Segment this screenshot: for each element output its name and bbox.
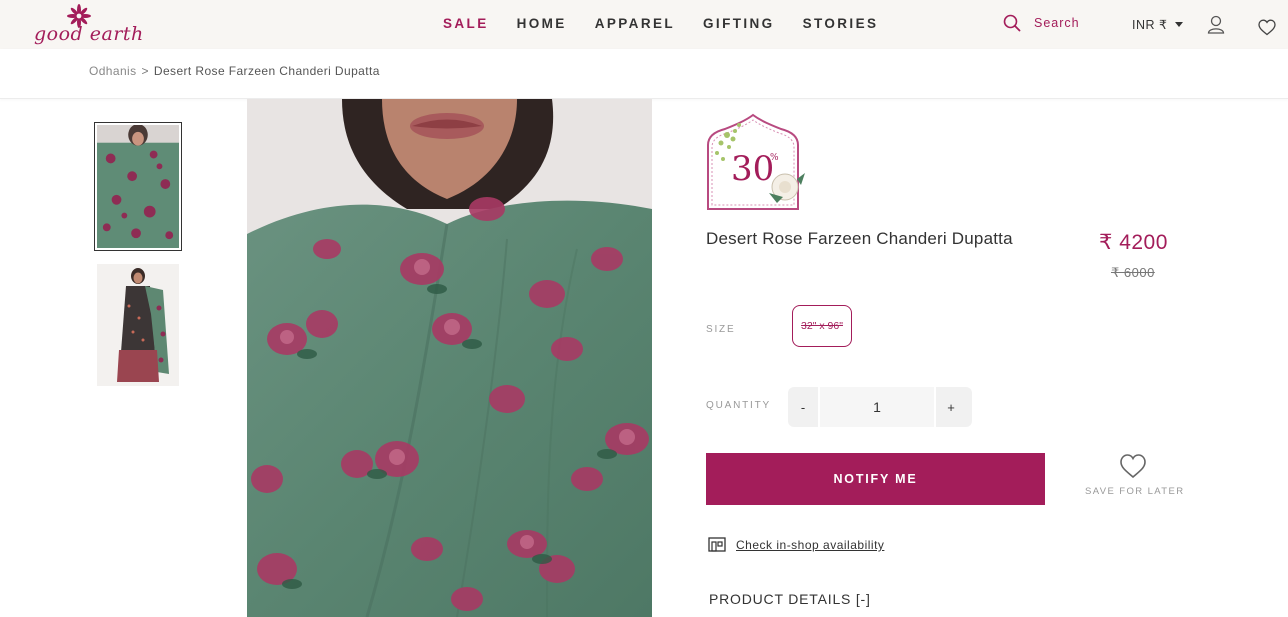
- save-heart-icon[interactable]: [1119, 453, 1147, 479]
- user-icon[interactable]: [1207, 15, 1225, 34]
- nav-apparel[interactable]: APPAREL: [595, 16, 675, 31]
- discount-value: 30: [731, 149, 775, 189]
- quantity-value[interactable]: 1: [818, 387, 936, 427]
- dupatta-photo: [247, 99, 652, 617]
- original-price: ₹ 6000: [1111, 265, 1155, 280]
- breadcrumb-bar: Odhanis > Desert Rose Farzeen Chanderi D…: [0, 49, 1288, 99]
- search-label: Search: [1034, 16, 1080, 30]
- breadcrumb-separator: >: [141, 64, 149, 78]
- goodearth-logo[interactable]: good earth: [34, 4, 143, 46]
- quantity-increase-button[interactable]: +: [936, 387, 966, 427]
- quantity-label: QUANTITY: [706, 400, 771, 411]
- search-icon: [1003, 14, 1021, 32]
- store-icon: [708, 537, 726, 552]
- logo-wordmark: good earth: [34, 23, 144, 45]
- discount-percent-sign: %: [770, 153, 779, 163]
- breadcrumb-odhanis[interactable]: Odhanis: [89, 64, 137, 78]
- thumbnail-2[interactable]: [97, 264, 179, 386]
- notify-me-button[interactable]: NOTIFY ME: [706, 453, 1045, 505]
- breadcrumb-current: Desert Rose Farzeen Chanderi Dupatta: [153, 64, 380, 78]
- nav-stories[interactable]: STORIES: [803, 16, 879, 31]
- product-title: Desert Rose Farzeen Chanderi Dupatta: [706, 229, 1013, 248]
- check-in-shop-availability-link[interactable]: Check in-shop availability: [736, 538, 884, 552]
- currency-label: INR ₹: [1132, 18, 1168, 32]
- search-trigger[interactable]: Search: [1003, 14, 1080, 32]
- main-product-image[interactable]: [247, 99, 652, 617]
- nav-home[interactable]: HOME: [517, 16, 567, 31]
- currency-selector[interactable]: INR ₹: [1132, 17, 1184, 32]
- wishlist-heart-icon[interactable]: [1258, 19, 1276, 36]
- site-header: good earth SALE HOME APPAREL GIFTING STO…: [0, 0, 1288, 49]
- product-details-toggle[interactable]: PRODUCT DETAILS [-]: [709, 591, 871, 607]
- save-for-later-label[interactable]: SAVE FOR LATER: [1085, 486, 1185, 497]
- size-label: SIZE: [706, 324, 736, 335]
- thumbnail-1[interactable]: [94, 122, 182, 251]
- nav-sale[interactable]: SALE: [443, 16, 489, 31]
- nav-gifting[interactable]: GIFTING: [703, 16, 775, 31]
- breadcrumb: Odhanis > Desert Rose Farzeen Chanderi D…: [89, 64, 380, 78]
- chevron-down-icon: [1175, 22, 1184, 27]
- size-option-32x96[interactable]: 32" x 96": [792, 305, 852, 347]
- thumbnail-2-image: [97, 264, 179, 386]
- main-nav: SALE HOME APPAREL GIFTING STORIES: [443, 16, 906, 31]
- quantity-decrease-button[interactable]: -: [788, 387, 818, 427]
- thumbnail-1-image: [97, 125, 179, 248]
- quantity-stepper: - 1 +: [788, 387, 972, 427]
- sale-price: ₹ 4200: [1099, 231, 1168, 254]
